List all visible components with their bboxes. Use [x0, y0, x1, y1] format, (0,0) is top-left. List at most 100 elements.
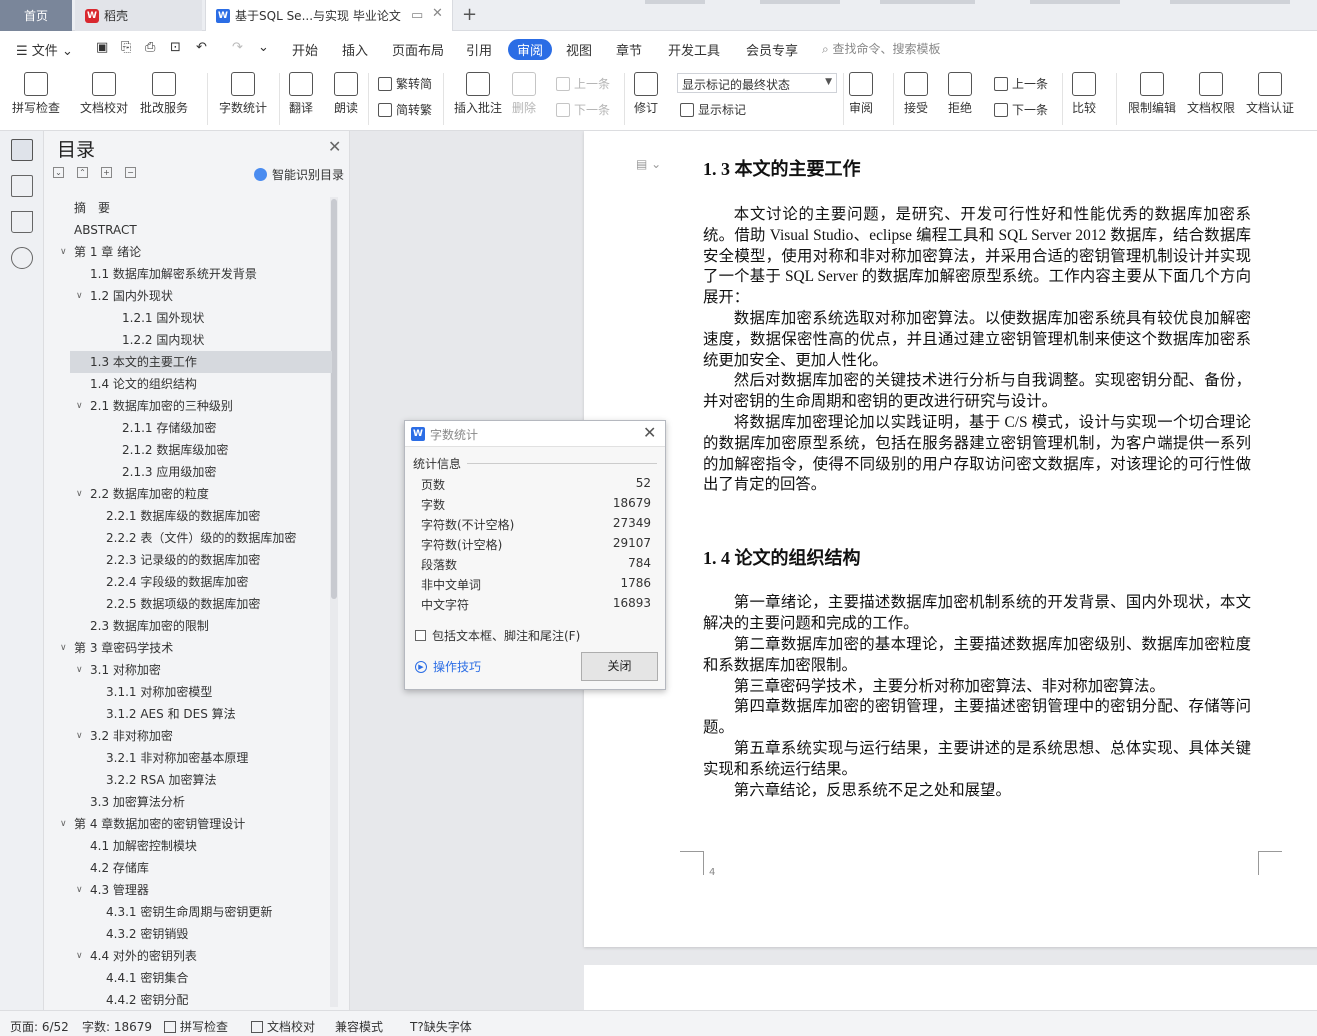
document-certify-button[interactable]: 文档认证 [1246, 72, 1294, 116]
chevron-down-icon[interactable]: ∨ [60, 813, 67, 835]
chevron-down-icon[interactable]: ∨ [76, 285, 83, 307]
chevron-down-icon[interactable]: ∨ [76, 483, 83, 505]
chevron-down-icon[interactable]: ∨ [60, 637, 67, 659]
document-page[interactable]: ▤ ⌄ 1. 3 本文的主要工作 本文讨论的主要问题，是研究、开发可行性好和性能… [584, 131, 1317, 947]
next-document-page[interactable] [584, 965, 1317, 1010]
menu-page-layout[interactable]: 页面布局 [392, 40, 444, 59]
undo-icon[interactable]: ↶ [196, 40, 207, 55]
menu-developer[interactable]: 开发工具 [668, 40, 720, 59]
redo-icon[interactable]: ↷ [232, 40, 243, 55]
toc-item[interactable]: ∨ 2.1 数据库加密的三种级别 [70, 395, 332, 417]
toc-item[interactable]: 2.2.1 数据库级的数据库加密 [70, 505, 332, 527]
save-icon[interactable]: ▣ [96, 40, 108, 55]
dialog-titlebar[interactable]: W 字数统计 ✕ [405, 421, 665, 447]
close-icon[interactable]: ✕ [328, 137, 341, 156]
add-heading-icon[interactable]: + [101, 167, 112, 178]
chevron-down-icon[interactable]: ∨ [76, 395, 83, 417]
toc-item[interactable]: ∨ 3.2 非对称加密 [70, 725, 332, 747]
proofread-button[interactable]: 文档校对 [80, 72, 128, 116]
prev-change-button[interactable]: 上一条 [994, 75, 1048, 92]
tips-link[interactable]: ▶ 操作技巧 [415, 658, 481, 675]
toc-item[interactable]: ∨ 第 4 章数据加密的密钥管理设计 [60, 813, 332, 835]
toc-item[interactable]: 2.2.5 数据项级的数据库加密 [70, 593, 332, 615]
track-changes-button[interactable]: 修订 [634, 72, 658, 116]
remove-heading-icon[interactable]: − [125, 167, 136, 178]
toc-item[interactable]: ∨ 4.3 管理器 [70, 879, 332, 901]
tab-home[interactable]: 首页 [0, 0, 72, 31]
collapse-all-icon[interactable]: ⌄ [53, 167, 64, 178]
toc-item[interactable]: ABSTRACT [70, 219, 332, 241]
toc-item[interactable]: 2.1.1 存储级加密 [70, 417, 332, 439]
print-icon[interactable]: ⎙ [145, 40, 155, 55]
chevron-down-icon[interactable]: ∨ [76, 659, 83, 681]
next-comment-button[interactable]: 下一条 [556, 101, 610, 118]
trad-to-simp-button[interactable]: 繁转简 [378, 75, 432, 92]
toc-item[interactable]: 摘 要 [70, 197, 332, 219]
delete-comment-button[interactable]: 删除 [512, 72, 536, 116]
toc-item[interactable]: ∨ 3.1 对称加密 [70, 659, 332, 681]
toc-item[interactable]: 2.1.3 应用级加密 [70, 461, 332, 483]
menu-start[interactable]: 开始 [292, 40, 318, 59]
accept-change-button[interactable]: 接受 [904, 72, 928, 116]
toc-item[interactable]: 4.3.2 密钥销毁 [70, 923, 332, 945]
close-button[interactable]: 关闭 [581, 652, 658, 681]
compat-mode[interactable]: 兼容模式 [335, 1018, 383, 1035]
toc-item[interactable]: 4.3.1 密钥生命周期与密钥更新 [70, 901, 332, 923]
toc-item[interactable]: 2.2.4 字段级的数据库加密 [70, 571, 332, 593]
print-preview-icon[interactable]: ⊡ [170, 40, 181, 55]
toc-item[interactable]: ∨ 2.2 数据库加密的粒度 [70, 483, 332, 505]
insert-comment-button[interactable]: 插入批注 [454, 72, 502, 116]
translate-button[interactable]: 翻译 [289, 72, 313, 116]
search-icon[interactable] [11, 247, 33, 269]
chapter-nav-icon[interactable] [11, 175, 33, 197]
tab-close-icon[interactable]: ✕ [432, 6, 443, 21]
status-spell-check[interactable]: 拼写检查 [164, 1018, 228, 1035]
word-count-button[interactable]: 字数统计 [219, 72, 267, 116]
restrict-editing-button[interactable]: 限制编辑 [1128, 72, 1176, 116]
compare-button[interactable]: 比较 [1072, 72, 1096, 116]
include-textbox-checkbox[interactable]: 包括文本框、脚注和尾注(F) [415, 627, 580, 644]
toc-item[interactable]: 1.4 论文的组织结构 [70, 373, 332, 395]
menu-file[interactable]: ☰ 文件 ⌄ [16, 40, 73, 59]
chevron-down-icon[interactable]: ∨ [76, 945, 83, 967]
menu-view[interactable]: 视图 [566, 40, 592, 59]
export-icon[interactable]: ⎘ [121, 40, 131, 55]
quick-access-more-icon[interactable]: ⌄ [258, 40, 269, 55]
chevron-down-icon[interactable]: ∨ [76, 879, 83, 901]
toc-panel-icon[interactable] [11, 139, 33, 161]
bookmark-icon[interactable] [11, 211, 33, 233]
toc-item[interactable]: ∨ 第 3 章密码学技术 [60, 637, 332, 659]
toc-item[interactable]: 1.1 数据库加解密系统开发背景 [70, 263, 332, 285]
command-search[interactable]: ⌕ 查找命令、搜索模板 [822, 40, 941, 57]
new-tab-icon[interactable]: + [462, 4, 477, 25]
menu-review[interactable]: 审阅 [508, 39, 553, 60]
review-pane-button[interactable]: 审阅 [849, 72, 873, 116]
toc-item[interactable]: 3.1.1 对称加密模型 [70, 681, 332, 703]
prev-comment-button[interactable]: 上一条 [556, 75, 610, 92]
tab-docer[interactable]: W 稻壳 [75, 0, 202, 31]
toc-item[interactable]: ∨ 第 1 章 绪论 [60, 241, 332, 263]
smart-toc-button[interactable]: 智能识别目录 [254, 166, 344, 183]
next-change-button[interactable]: 下一条 [994, 101, 1048, 118]
toc-item[interactable]: 2.2.2 表（文件）级的的数据库加密 [70, 527, 332, 549]
tab-window-icon[interactable]: ▭ [411, 8, 423, 23]
page-indicator[interactable]: 页面: 6/52 [10, 1018, 69, 1035]
toc-item[interactable]: 3.2.2 RSA 加密算法 [70, 769, 332, 791]
markup-display-select[interactable]: 显示标记的最终状态 ▼ [677, 73, 837, 93]
toc-item[interactable]: 1.2.1 国外现状 [70, 307, 332, 329]
simp-to-trad-button[interactable]: 简转繁 [378, 101, 432, 118]
toc-item[interactable]: 2.1.2 数据库级加密 [70, 439, 332, 461]
toc-item[interactable]: ∨ 1.2 国内外现状 [70, 285, 332, 307]
toc-item[interactable]: 3.3 加密算法分析 [70, 791, 332, 813]
checkbox-box[interactable] [415, 630, 426, 641]
reject-change-button[interactable]: 拒绝 [948, 72, 972, 116]
status-proofread[interactable]: 文档校对 [251, 1018, 315, 1035]
toc-item[interactable]: 4.1 加解密控制模块 [70, 835, 332, 857]
menu-references[interactable]: 引用 [466, 40, 492, 59]
toc-item[interactable]: 2.3 数据库加密的限制 [70, 615, 332, 637]
tab-document[interactable]: W 基于SQL Se...与实现 毕业论文 ▭ ✕ [205, 0, 453, 31]
read-aloud-button[interactable]: 朗读 [334, 72, 358, 116]
toc-item[interactable]: ∨ 4.4 对外的密钥列表 [70, 945, 332, 967]
page-options-icon[interactable]: ▤ ⌄ [636, 157, 661, 171]
chevron-down-icon[interactable]: ∨ [76, 725, 83, 747]
